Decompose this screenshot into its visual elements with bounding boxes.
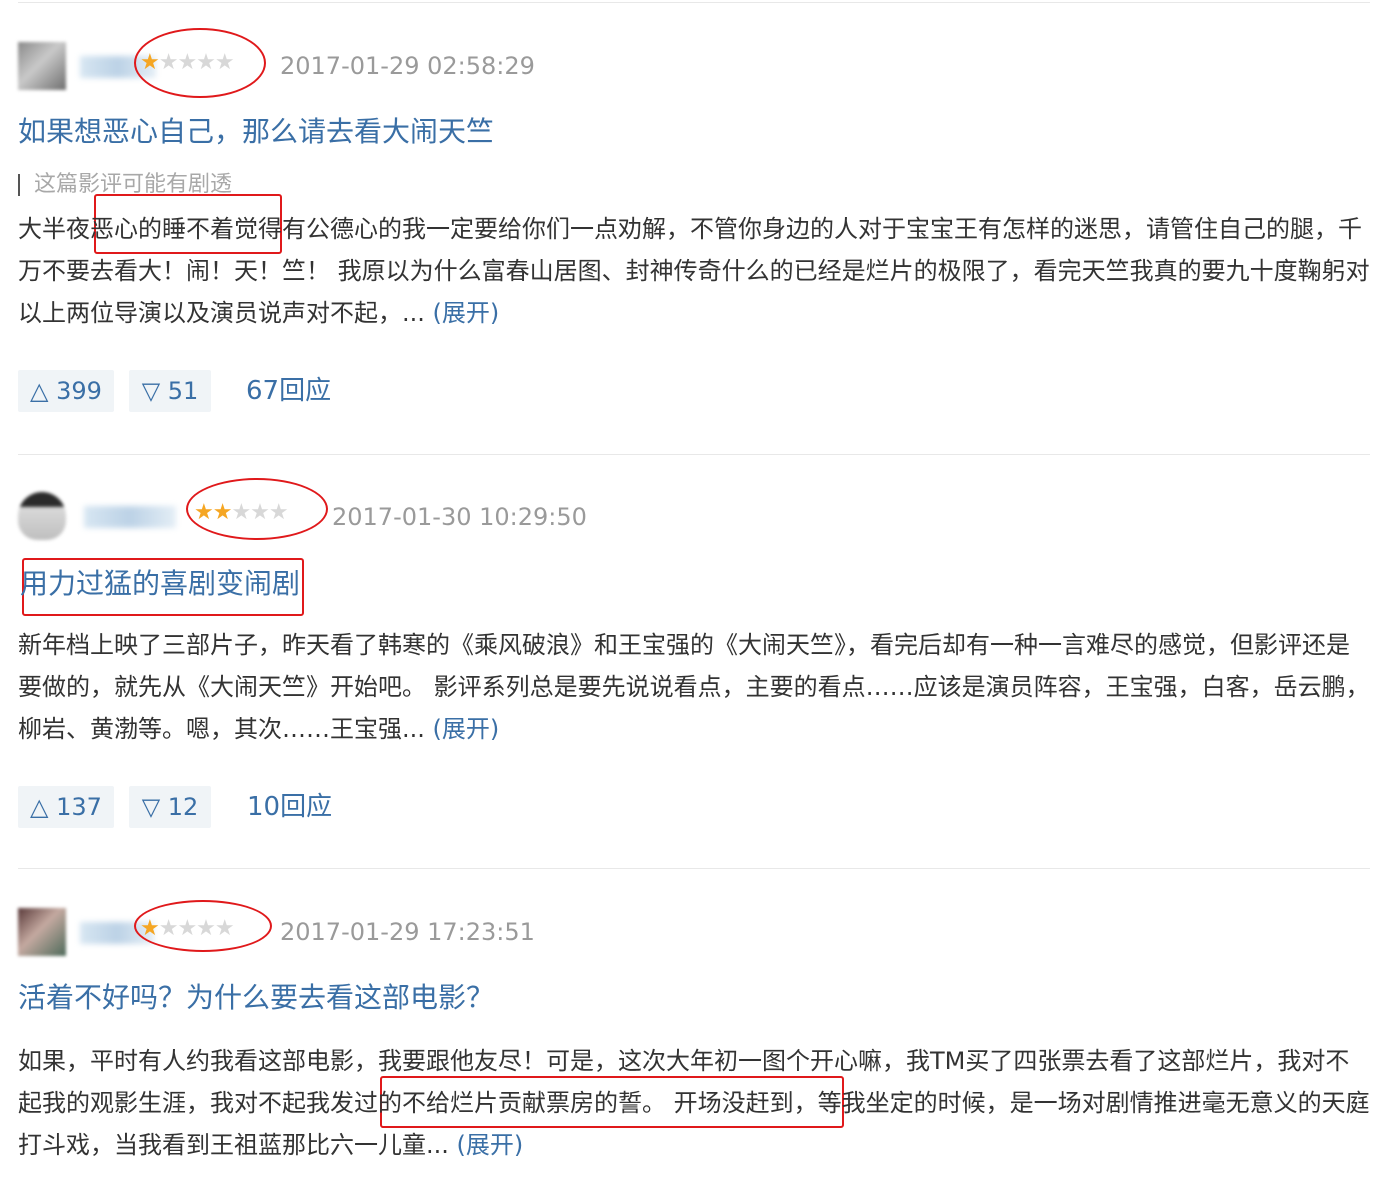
spoiler-warning: 这篇影评可能有剧透 bbox=[18, 174, 232, 196]
divider bbox=[18, 868, 1370, 869]
avatar[interactable] bbox=[18, 908, 66, 956]
review-title[interactable]: 用力过猛的喜剧变闹剧 bbox=[20, 570, 300, 598]
annotation-circle bbox=[186, 478, 328, 540]
username[interactable]: 木鱼 bbox=[84, 506, 176, 528]
review-time: 2017-01-30 10:29:50 bbox=[332, 503, 587, 531]
avatar[interactable] bbox=[18, 42, 66, 90]
replies-link[interactable]: 10回应 bbox=[247, 786, 332, 828]
upvote-button[interactable]: △ 137 bbox=[18, 786, 114, 828]
review-title[interactable]: 如果想恶心自己，那么请去看大闹天竺 bbox=[18, 118, 494, 146]
upvote-button[interactable]: △ 399 bbox=[18, 370, 114, 412]
avatar[interactable] bbox=[18, 492, 66, 540]
review-body: 大半夜恶心的睡不着觉得有公德心的我一定要给你们一点劝解，不管你身边的人对于宝宝王… bbox=[18, 208, 1370, 334]
review-header: 豆友 ★★★★★ 2017-01-29 17:23:51 bbox=[18, 900, 718, 958]
divider bbox=[18, 454, 1370, 455]
divider bbox=[18, 2, 1370, 3]
review-header: 用户 ★★★★★ 2017-01-29 02:58:29 bbox=[18, 28, 718, 98]
review-body-text: 大半夜恶心的睡不着觉得有公德心的我一定要给你们一点劝解，不管你身边的人对于宝宝王… bbox=[18, 215, 1370, 327]
review-time: 2017-01-29 17:23:51 bbox=[280, 918, 535, 946]
review-header: 木鱼 ★★★★★ 2017-01-30 10:29:50 bbox=[18, 478, 718, 542]
annotation-circle bbox=[134, 900, 272, 952]
expand-link[interactable]: (展开) bbox=[433, 299, 500, 327]
downvote-button[interactable]: ▽ 12 bbox=[129, 786, 211, 828]
review-body-text: 如果，平时有人约我看这部电影，我要跟他友尽！可是，这次大年初一图个开心嘛，我TM… bbox=[18, 1047, 1370, 1159]
expand-link[interactable]: (展开) bbox=[457, 1131, 524, 1159]
review-body-text: 新年档上映了三部片子，昨天看了韩寒的《乘风破浪》和王宝强的《大闹天竺》，看完后却… bbox=[18, 631, 1370, 743]
review-body: 新年档上映了三部片子，昨天看了韩寒的《乘风破浪》和王宝强的《大闹天竺》，看完后却… bbox=[18, 624, 1370, 750]
annotation-circle bbox=[134, 28, 266, 98]
expand-link[interactable]: (展开) bbox=[433, 715, 500, 743]
review-time: 2017-01-29 02:58:29 bbox=[280, 52, 535, 80]
replies-link[interactable]: 67回应 bbox=[246, 370, 331, 412]
downvote-button[interactable]: ▽ 51 bbox=[129, 370, 211, 412]
review-body: 如果，平时有人约我看这部电影，我要跟他友尽！可是，这次大年初一图个开心嘛，我TM… bbox=[18, 1040, 1370, 1166]
review-title[interactable]: 活着不好吗？为什么要去看这部电影？ bbox=[18, 984, 494, 1012]
